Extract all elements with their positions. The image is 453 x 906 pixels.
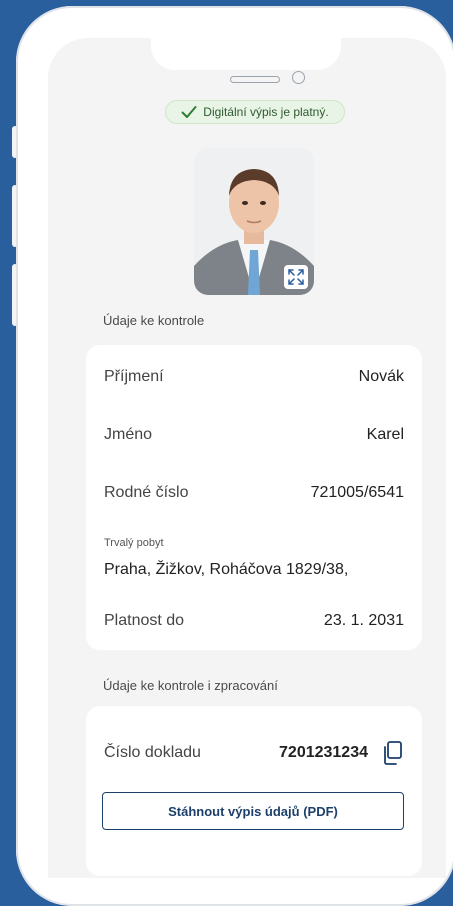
name-row: Jméno Karel bbox=[104, 423, 404, 447]
surname-value: Novák bbox=[358, 368, 404, 385]
validity-status-badge: Digitální výpis je platný. bbox=[165, 100, 345, 124]
valid-until-row: Platnost do 23. 1. 2031 bbox=[104, 609, 404, 633]
valid-until-label: Platnost do bbox=[104, 612, 185, 629]
valid-until-value: 23. 1. 2031 bbox=[323, 612, 404, 629]
app-screen: Digitální výpis je platný. Údaje ke kont… bbox=[48, 38, 446, 878]
camera-icon bbox=[292, 71, 305, 84]
surname-label: Příjmení bbox=[104, 368, 164, 385]
personal-data-card: Příjmení Novák Jméno Karel Rodné číslo 7… bbox=[86, 345, 422, 650]
birth-number-value: 721005/6541 bbox=[310, 484, 404, 501]
birth-number-label: Rodné číslo bbox=[104, 484, 189, 501]
id-photo bbox=[194, 148, 314, 295]
copy-icon[interactable] bbox=[380, 740, 404, 766]
document-number-row: Číslo dokladu 7201231234 bbox=[104, 738, 404, 768]
section-title-check: Údaje ke kontrole bbox=[103, 313, 205, 328]
expand-icon bbox=[288, 269, 304, 285]
phone-frame: Digitální výpis je platný. Údaje ke kont… bbox=[16, 6, 453, 906]
birth-number-row: Rodné číslo 721005/6541 bbox=[104, 481, 404, 505]
address-label: Trvalý pobyt bbox=[104, 537, 164, 549]
validity-status-text: Digitální výpis je platný. bbox=[203, 105, 329, 119]
document-number-group: 7201231234 bbox=[279, 740, 404, 766]
phone-notch bbox=[151, 38, 341, 70]
document-number-value: 7201231234 bbox=[279, 744, 368, 761]
download-pdf-button[interactable]: Stáhnout výpis údajů (PDF) bbox=[102, 792, 404, 830]
address-value: Praha, Žižkov, Roháčova 1829/38, bbox=[104, 561, 349, 578]
section-title-check-process: Údaje ke kontrole i zpracování bbox=[103, 678, 278, 693]
name-label: Jméno bbox=[104, 426, 153, 443]
document-number-label: Číslo dokladu bbox=[104, 744, 201, 761]
expand-photo-button[interactable] bbox=[284, 265, 308, 289]
name-value: Karel bbox=[366, 426, 404, 443]
speaker-icon bbox=[230, 76, 280, 83]
document-card: Číslo dokladu 7201231234 Stáhnout výpis … bbox=[86, 706, 422, 876]
surname-row: Příjmení Novák bbox=[104, 365, 404, 389]
check-icon bbox=[181, 106, 197, 118]
